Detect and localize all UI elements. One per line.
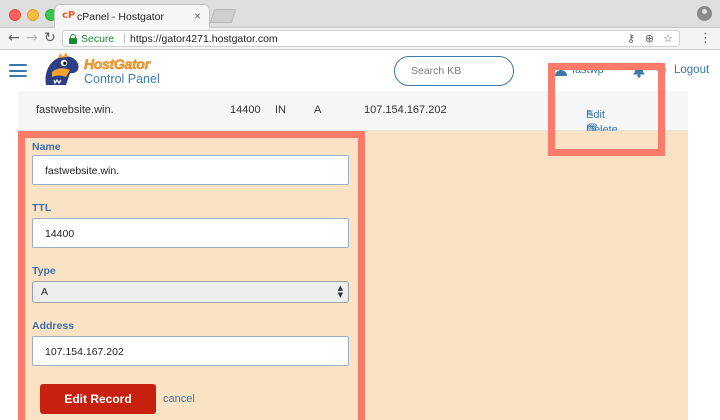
address-bar[interactable]: Secure | https://gator4271.hostgator.com…	[62, 30, 680, 47]
url-text[interactable]: https://gator4271.hostgator.com	[130, 33, 278, 45]
profile-icon[interactable]	[697, 6, 712, 21]
logout-link[interactable]: Logout	[674, 64, 709, 76]
form-highlight-box	[18, 131, 365, 420]
browser-toolbar: ← → ↻ Secure | https://gator4271.hostgat…	[0, 28, 720, 50]
close-window-button[interactable]	[9, 9, 21, 21]
key-icon[interactable]: ⚷	[627, 32, 635, 45]
minimize-window-button[interactable]	[27, 9, 39, 21]
reload-icon[interactable]: ↻	[44, 30, 56, 46]
browser-tab[interactable]: cP cPanel - Hostgator ×	[54, 4, 210, 28]
back-icon[interactable]: ←	[8, 30, 20, 46]
record-class: IN	[275, 104, 286, 116]
browser-tab-bar: cP cPanel - Hostgator ×	[0, 0, 720, 28]
zoom-icon[interactable]: ⊕	[645, 32, 654, 45]
secure-label: Secure	[81, 33, 115, 45]
forward-icon[interactable]: →	[26, 30, 38, 46]
record-address: 107.154.167.202	[364, 104, 447, 116]
new-tab-button[interactable]	[209, 9, 237, 23]
lock-icon	[69, 34, 77, 44]
hostgator-mascot-icon	[45, 52, 79, 85]
tab-title: cPanel - Hostgator	[77, 11, 164, 23]
screenshot: cP cPanel - Hostgator × ← → ↻ Secure | h…	[0, 0, 720, 420]
brand-name: HostGator	[84, 56, 150, 72]
record-name: fastwebsite.win.	[36, 104, 114, 116]
hamburger-menu-icon[interactable]	[9, 64, 27, 77]
close-tab-icon[interactable]: ×	[194, 9, 201, 23]
bookmark-star-icon[interactable]: ☆	[663, 32, 673, 45]
url-separator: |	[123, 32, 126, 44]
record-type: A	[314, 104, 322, 116]
cpanel-logo-icon: cP	[62, 10, 76, 21]
actions-highlight-box	[548, 63, 665, 156]
record-ttl: 14400	[230, 104, 261, 116]
brand-subtitle: Control Panel	[84, 72, 160, 86]
search-kb-input[interactable]: Search KB	[394, 56, 514, 86]
browser-menu-icon[interactable]: ⋮	[699, 31, 712, 46]
search-placeholder: Search KB	[411, 65, 462, 77]
